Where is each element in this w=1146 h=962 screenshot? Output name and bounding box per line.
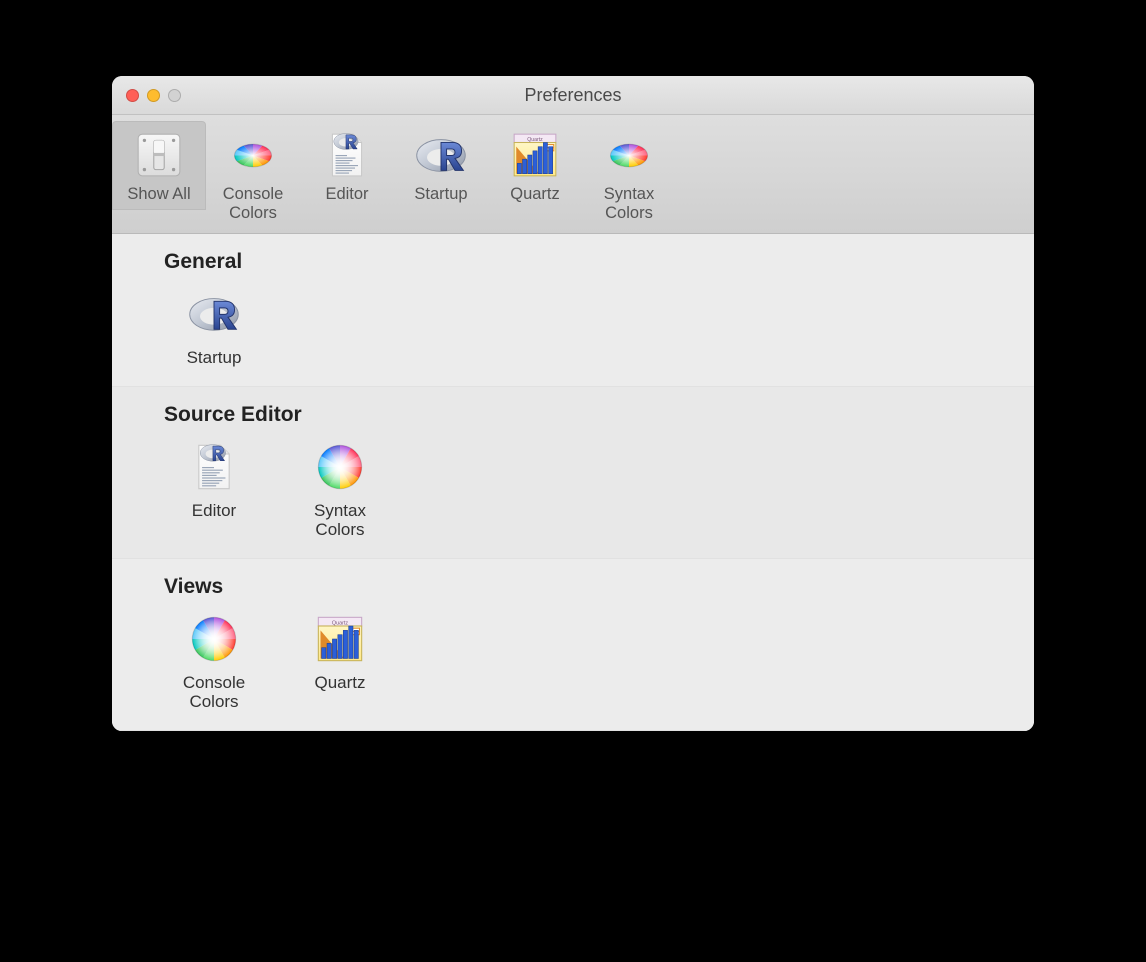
toolbar-item-quartz[interactable]: Quartz Quartz [488,121,582,210]
pref-item-label: Syntax Colors [314,501,366,540]
color-oval-icon [601,127,657,183]
color-oval-icon [225,127,281,183]
pref-item-quartz[interactable]: Quartz Quartz [290,611,390,712]
r-logo-icon [413,127,469,183]
pref-item-label: Console Colors [183,673,245,712]
pref-item-editor[interactable]: Editor [164,439,264,540]
close-button[interactable] [126,89,139,102]
toolbar-item-syntax-colors[interactable]: Syntax Colors [582,121,676,229]
minimize-button[interactable] [147,89,160,102]
preferences-window: Preferences Show All Console Colors [112,76,1034,731]
section-source-editor: Source Editor Editor Syntax Colors [112,387,1034,559]
toolbar-item-show-all[interactable]: Show All [112,121,206,210]
toolbar-item-editor[interactable]: Editor [300,121,394,210]
quartz-chart-icon: Quartz [312,611,368,667]
document-r-icon [186,439,242,495]
titlebar: Preferences [112,76,1034,115]
color-wheel-icon [186,611,242,667]
toolbar-item-label: Startup [414,185,467,204]
toolbar-item-label: Show All [127,185,190,204]
section-views: Views Console Colors Quartz Quartz [112,559,1034,731]
toolbar-item-startup[interactable]: Startup [394,121,488,210]
pref-item-label: Quartz [314,673,365,693]
document-r-icon [319,127,375,183]
r-logo-icon [186,286,242,342]
pref-item-startup[interactable]: Startup [164,286,264,368]
zoom-button[interactable] [168,89,181,102]
section-title: General [112,240,1034,280]
toolbar-item-label: Quartz [510,185,560,204]
pref-item-label: Startup [187,348,242,368]
section-items: Console Colors Quartz Quartz [112,605,1034,712]
switch-icon [131,127,187,183]
toolbar-item-console-colors[interactable]: Console Colors [206,121,300,229]
toolbar-item-label: Console Colors [223,185,284,223]
quartz-chart-icon: Quartz [507,127,563,183]
window-title: Preferences [112,85,1034,106]
pref-item-label: Editor [192,501,236,521]
toolbar-item-label: Editor [325,185,368,204]
section-general: General Startup [112,234,1034,387]
section-items: Editor Syntax Colors [112,433,1034,540]
window-controls [112,89,181,102]
section-title: Source Editor [112,393,1034,433]
pref-item-syntax-colors[interactable]: Syntax Colors [290,439,390,540]
preferences-content: General Startup Source Editor Ed [112,234,1034,731]
color-wheel-icon [312,439,368,495]
toolbar: Show All Console Colors Editor Startup [112,115,1034,234]
toolbar-item-label: Syntax Colors [604,185,654,223]
section-items: Startup [112,280,1034,368]
pref-item-console-colors[interactable]: Console Colors [164,611,264,712]
section-title: Views [112,565,1034,605]
